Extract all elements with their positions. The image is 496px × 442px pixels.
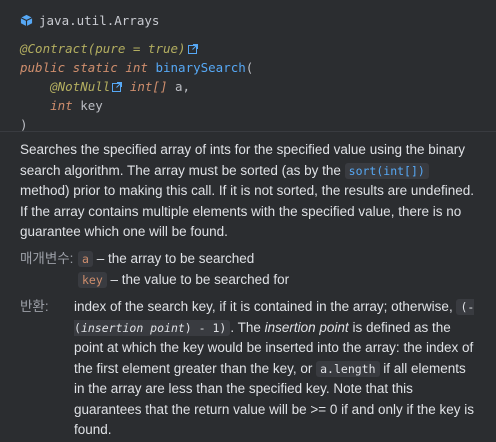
param-row-a: a – the array to be searched [20,249,480,270]
returns-text-2: . The [230,319,265,335]
returns-text-1: index of the search key, if it is contai… [74,299,457,314]
param2-name: key [80,98,103,113]
returns-text: index of the search key, if it is contai… [20,297,480,441]
param-name-key: key [78,271,107,288]
close-paren: ) [20,117,28,132]
sort-method-link[interactable]: sort(int[]) [344,162,429,179]
code-insertion-point: insertion point [80,320,185,335]
array-length-code: a.length [316,360,380,377]
returns-label: 반환: [20,299,49,314]
param-desc-a: – the array to be searched [92,251,255,266]
parameters-label: 매개변수: [20,251,74,266]
code-close: ) - 1) [184,320,227,335]
param1-type: int[] [129,79,168,94]
notnull-annotation[interactable]: @NotNull [50,79,110,94]
param2-line: int key [20,96,476,115]
external-link-icon[interactable] [112,82,123,92]
description-text-2: method) prior to making this call. If it… [20,183,474,239]
divider [0,131,496,132]
param2-type: int [50,98,73,113]
open-paren: ( [245,60,254,75]
package-icon [20,14,33,26]
external-link-icon[interactable] [187,44,198,54]
signature-block: java.util.Arrays @Contract(pure = true) … [0,0,496,134]
package-name[interactable]: java.util.Arrays [39,11,159,30]
returns-section: 반환: index of the search key, if it is co… [20,297,480,441]
param1-name: a, [175,79,191,94]
param-name-a: a [78,251,93,267]
param-row-key: key – the value to be searched for [20,270,480,291]
insertion-point-term: insertion point [264,319,349,335]
quick-documentation-popup: java.util.Arrays @Contract(pure = true) … [0,0,496,442]
param1-line: @NotNull int[] a, [20,77,476,96]
package-row: java.util.Arrays [20,10,476,30]
annotation-line: @Contract(pure = true) [20,39,476,58]
parameters-section: 매개변수: a – the array to be searched key –… [20,249,480,290]
method-description: Searches the specified array of ints for… [20,140,480,243]
method-modifiers: public static int [20,60,148,75]
contract-annotation[interactable]: @Contract(pure = true) [20,41,186,56]
param-desc-key: – the value to be searched for [106,271,290,287]
method-declaration-line: public static int binarySearch( [20,58,476,77]
method-name: binarySearch [155,60,246,75]
